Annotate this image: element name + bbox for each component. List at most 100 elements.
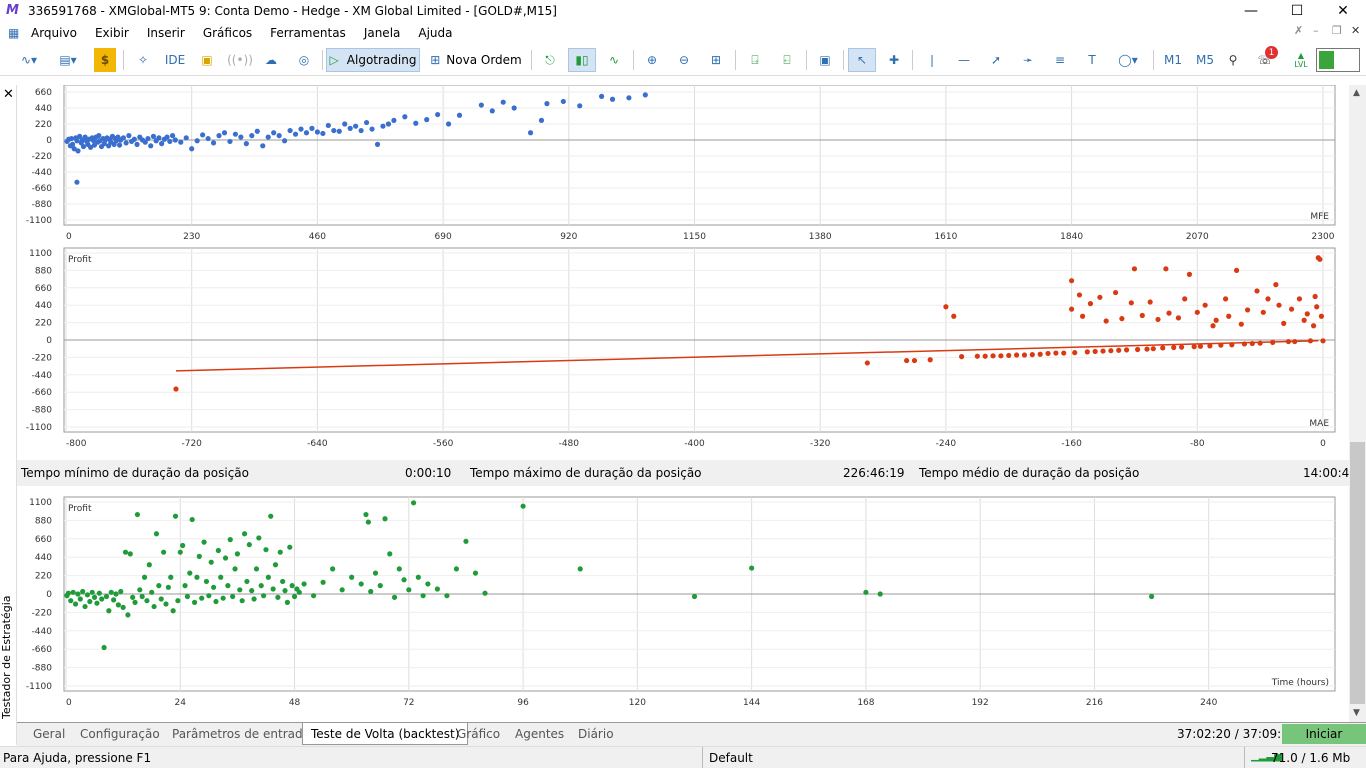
vertical-line-icon[interactable]: ❘ xyxy=(920,48,944,72)
start-button[interactable]: Iniciar xyxy=(1282,724,1366,744)
search-icon[interactable]: ⚲ xyxy=(1222,48,1244,72)
data-point xyxy=(268,513,274,519)
notifications-icon[interactable]: ☏ 1 xyxy=(1252,46,1278,72)
shopping-bag-icon[interactable]: ▣ xyxy=(196,48,218,72)
autoscroll-icon[interactable]: ⍈ xyxy=(742,48,768,72)
text-tool-icon[interactable]: T xyxy=(1080,48,1104,72)
chart-shift-icon[interactable]: ⍇ xyxy=(774,48,800,72)
trendline-icon[interactable]: ➚ xyxy=(984,48,1008,72)
timeframe-m1-button[interactable]: M1 xyxy=(1160,48,1186,72)
data-point xyxy=(330,566,336,572)
x-tick-label: 1610 xyxy=(934,232,957,242)
vertical-scrollbar[interactable]: ▲ ▼ xyxy=(1349,85,1366,722)
tab-geral[interactable]: Geral xyxy=(25,723,73,745)
line-chart-icon[interactable]: ∿ xyxy=(602,48,626,72)
dollar-icon[interactable]: $ xyxy=(94,48,116,72)
menu-graficos[interactable]: Gráficos xyxy=(194,26,261,40)
grid-icon[interactable]: ⊞ xyxy=(704,48,728,72)
data-point xyxy=(277,549,283,555)
data-point xyxy=(1053,350,1059,356)
mdi-close-button[interactable]: ✕ xyxy=(1351,24,1360,37)
data-point xyxy=(210,140,217,146)
menu-ajuda[interactable]: Ajuda xyxy=(409,26,461,40)
channel-icon[interactable]: ➛ xyxy=(1016,48,1040,72)
data-point xyxy=(415,574,421,580)
data-point xyxy=(310,593,317,599)
data-point xyxy=(320,130,326,137)
mdi-minimize-button[interactable]: – xyxy=(1313,24,1319,37)
data-point xyxy=(434,586,440,592)
minimize-button[interactable]: — xyxy=(1228,0,1274,22)
fibonacci-icon[interactable]: ≡ xyxy=(1048,48,1072,72)
data-point xyxy=(444,593,450,599)
cloud-icon[interactable]: ☁ xyxy=(259,48,283,72)
data-point xyxy=(314,129,320,135)
data-point xyxy=(282,588,288,594)
close-window-button[interactable]: ✕ xyxy=(1320,0,1366,22)
candlestick-icon[interactable]: ▮▯ xyxy=(568,48,596,72)
indicators-dropdown-icon[interactable]: ∿▾ xyxy=(12,48,46,72)
menu-ferramentas[interactable]: Ferramentas xyxy=(261,26,355,40)
sparkle-icon[interactable]: ✧ xyxy=(131,48,155,72)
menu-exibir[interactable]: Exibir xyxy=(86,26,138,40)
menu-arquivo[interactable]: Arquivo xyxy=(22,26,86,40)
min-duration-label: Tempo mínimo de duração da posição xyxy=(21,466,249,480)
vps-icon[interactable]: ◎ xyxy=(292,48,316,72)
data-point xyxy=(998,353,1004,359)
data-point xyxy=(115,602,121,608)
data-point xyxy=(1160,345,1166,351)
data-point xyxy=(1281,320,1287,326)
data-point xyxy=(380,123,386,129)
new-order-button[interactable]: ⊞ Nova Ordem xyxy=(428,48,524,72)
menu-janela[interactable]: Janela xyxy=(355,26,410,40)
tab-backtest[interactable]: Teste de Volta (backtest) xyxy=(302,723,469,745)
tab-configuracao[interactable]: Configuração xyxy=(72,723,168,745)
data-point xyxy=(301,581,307,587)
tab-grafico[interactable]: Gráfico xyxy=(449,723,508,745)
data-point xyxy=(863,589,869,595)
data-point xyxy=(125,612,131,618)
menu-inserir[interactable]: Inserir xyxy=(138,26,194,40)
x-tick-label: 72 xyxy=(403,698,414,708)
maximize-button[interactable]: ☐ xyxy=(1274,0,1320,22)
crosshair-icon[interactable]: ✚ xyxy=(882,48,906,72)
zoom-in-icon[interactable]: ⊕ xyxy=(640,48,664,72)
timeframe-m5-button[interactable]: M5 xyxy=(1192,48,1218,72)
tab-agentes[interactable]: Agentes xyxy=(507,723,572,745)
app-menu-icon[interactable]: ▦ xyxy=(8,26,22,40)
data-point xyxy=(158,596,164,602)
mdi-restore-button[interactable]: ❐ xyxy=(1332,24,1342,37)
tab-diario[interactable]: Diário xyxy=(570,723,622,745)
shapes-dropdown-icon[interactable]: ◯▾ xyxy=(1110,48,1146,72)
cursor-icon[interactable]: ↖ xyxy=(848,48,876,72)
scroll-down-icon[interactable]: ▼ xyxy=(1353,708,1360,718)
strategy-tester-strip: ✕ Testador de Estratégia xyxy=(0,85,17,745)
y-tick-label: -1100 xyxy=(26,423,52,433)
data-point xyxy=(280,578,286,585)
horizontal-line-icon[interactable]: — xyxy=(952,48,976,72)
zoom-out-icon[interactable]: ⊖ xyxy=(672,48,696,72)
data-point xyxy=(183,135,189,141)
x-tick-label: -560 xyxy=(433,439,454,449)
data-point xyxy=(1210,323,1216,329)
screenshot-icon[interactable]: ▣ xyxy=(813,48,837,72)
data-point xyxy=(1265,296,1271,302)
tab-parametros[interactable]: Parâmetros de entrada xyxy=(164,723,318,745)
close-panel-icon[interactable]: ✕ xyxy=(3,87,14,102)
data-point xyxy=(99,596,105,602)
scrollbar-thumb[interactable] xyxy=(1350,442,1365,704)
data-point xyxy=(435,111,441,118)
data-point xyxy=(358,581,364,587)
data-point xyxy=(951,313,957,319)
bar-chart-icon[interactable]: ⎋ xyxy=(538,48,562,72)
algotrading-button[interactable]: ▷ Algotrading xyxy=(326,48,420,72)
x-axis-label: Time (hours) xyxy=(1271,678,1329,688)
data-point xyxy=(406,587,412,593)
signal-icon[interactable]: ((•)) xyxy=(227,48,253,72)
scroll-up-icon[interactable]: ▲ xyxy=(1353,88,1360,98)
x-tick-label: -800 xyxy=(66,439,87,449)
data-point xyxy=(287,544,293,550)
chart-type-dropdown-icon[interactable]: ▤▾ xyxy=(50,48,86,72)
mdi-pin-icon[interactable]: ✗ xyxy=(1294,24,1303,37)
ide-button[interactable]: IDE xyxy=(162,48,188,72)
